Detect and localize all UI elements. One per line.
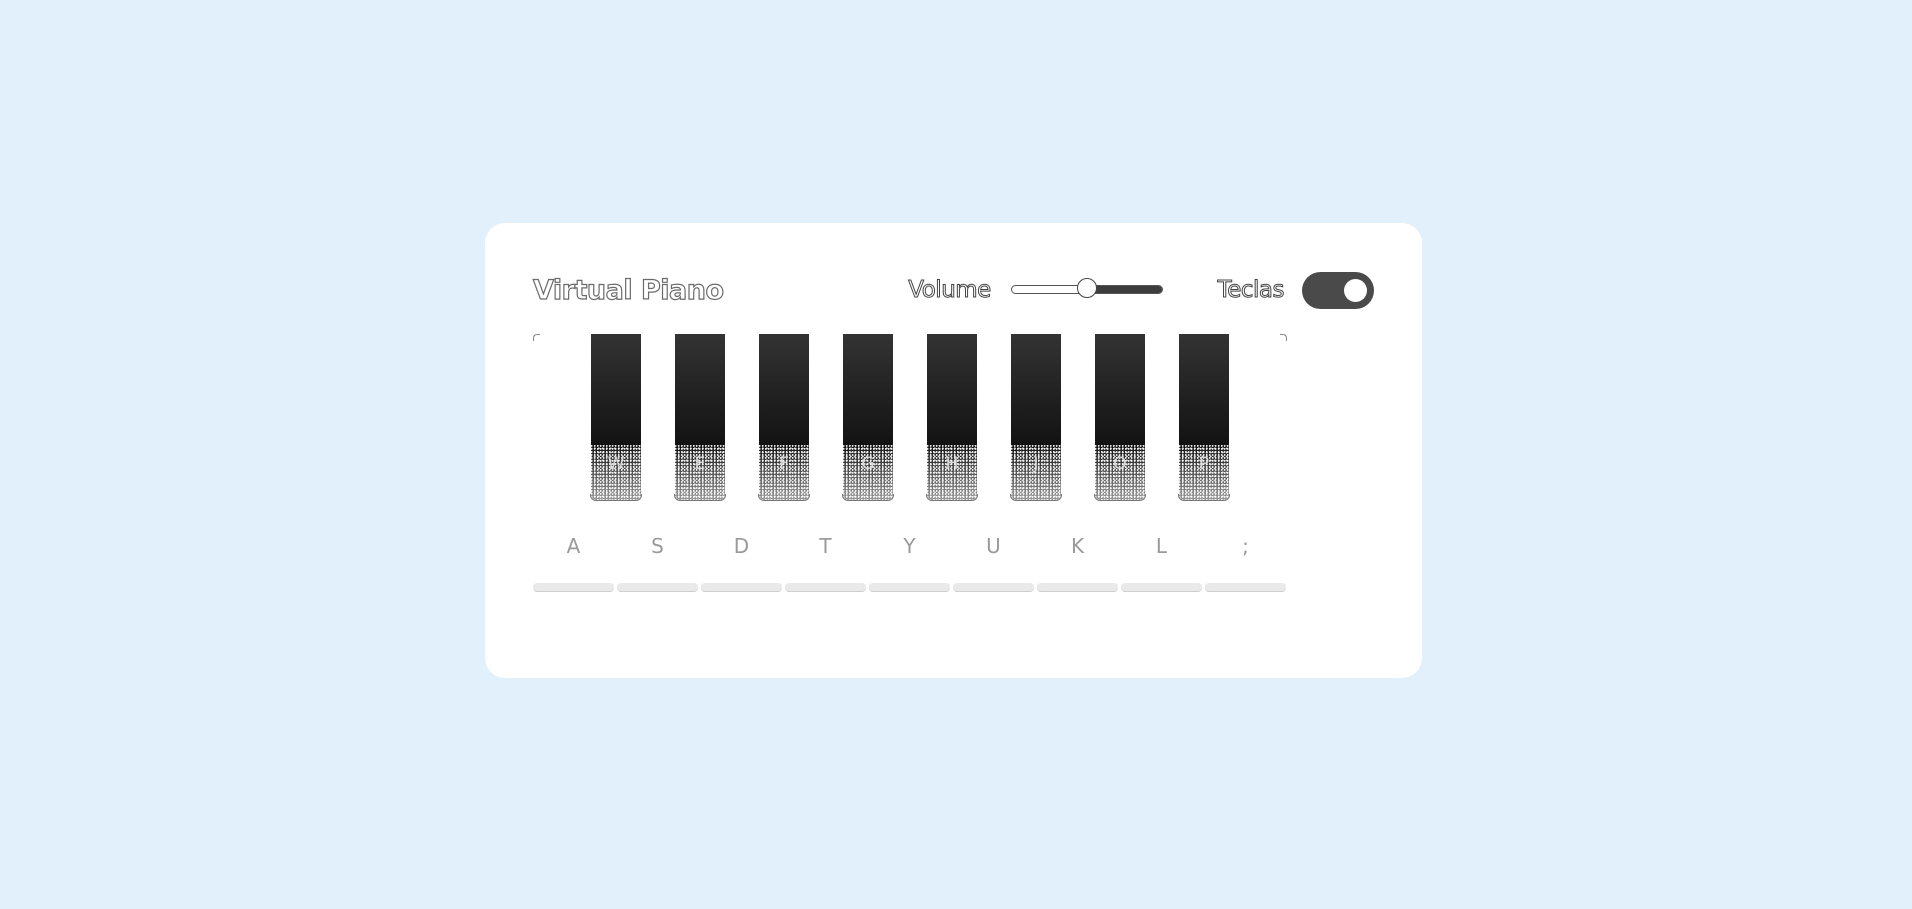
- black-key-edge: [926, 494, 978, 501]
- frame-corner: [1280, 334, 1287, 341]
- black-key[interactable]: J: [1010, 334, 1062, 501]
- volume-slider[interactable]: [1010, 268, 1163, 312]
- white-key[interactable]: K: [1037, 534, 1118, 592]
- black-key-edge: [758, 494, 810, 501]
- white-key-label: K: [1070, 534, 1085, 558]
- black-key-label: E: [694, 454, 706, 474]
- white-key-surface: [869, 583, 950, 592]
- white-key-label: Y: [903, 534, 916, 558]
- white-key[interactable]: Y: [869, 534, 950, 592]
- app-title: Virtual Piano: [532, 274, 724, 306]
- black-key-label: G: [861, 454, 875, 474]
- volume-slider-thumb[interactable]: [1076, 278, 1097, 298]
- white-key-label: L: [1155, 534, 1168, 558]
- white-key-label: S: [651, 534, 664, 558]
- white-key-label: T: [819, 534, 832, 558]
- piano-card: Virtual Piano Volume Teclas A S D T Y U K L; W E F…: [485, 223, 1422, 678]
- white-key-surface: [617, 583, 698, 592]
- black-key-edge: [1178, 494, 1230, 501]
- black-key-label: P: [1198, 454, 1210, 474]
- white-key-surface: [533, 583, 614, 592]
- white-key[interactable]: A: [533, 534, 614, 592]
- black-key[interactable]: H: [926, 334, 978, 501]
- piano-header: Virtual Piano Volume Teclas: [532, 268, 1374, 312]
- white-key-surface: [1205, 583, 1286, 592]
- white-key[interactable]: U: [953, 534, 1034, 592]
- black-key-edge: [1094, 494, 1146, 501]
- white-key[interactable]: L: [1121, 534, 1202, 592]
- white-key-surface: [1037, 583, 1118, 592]
- volume-slider-fill: [1086, 286, 1162, 293]
- white-key[interactable]: S: [617, 534, 698, 592]
- black-key-edge: [674, 494, 726, 501]
- black-key[interactable]: G: [842, 334, 894, 501]
- black-key-label: H: [945, 454, 959, 474]
- black-key-edge: [1010, 494, 1062, 501]
- keys-toggle-label: Teclas: [1217, 277, 1285, 304]
- black-key-label: J: [1033, 454, 1039, 474]
- white-key-surface: [953, 583, 1034, 592]
- white-key-label: D: [733, 534, 750, 558]
- black-key-edge: [842, 494, 894, 501]
- black-key-label: O: [1113, 454, 1127, 474]
- black-key[interactable]: E: [674, 334, 726, 501]
- black-key[interactable]: W: [590, 334, 642, 501]
- keyboard-frame: [533, 334, 1287, 534]
- black-key[interactable]: O: [1094, 334, 1146, 501]
- black-key-label: F: [779, 454, 789, 474]
- frame-corner: [533, 334, 540, 341]
- white-key-surface: [1121, 583, 1202, 592]
- black-key[interactable]: P: [1178, 334, 1230, 501]
- white-key-surface: [701, 583, 782, 592]
- black-key-edge: [590, 494, 642, 501]
- black-key-label: W: [607, 454, 625, 474]
- white-key-label: ;: [1242, 534, 1249, 558]
- white-key[interactable]: T: [785, 534, 866, 592]
- white-key-label: A: [566, 534, 581, 558]
- volume-control: Volume: [908, 268, 1163, 312]
- black-key[interactable]: F: [758, 334, 810, 501]
- white-key-label: U: [986, 534, 1001, 558]
- volume-label: Volume: [908, 277, 992, 304]
- white-key[interactable]: D: [701, 534, 782, 592]
- white-key[interactable]: ;: [1205, 534, 1286, 592]
- white-key-surface: [785, 583, 866, 592]
- keys-toggle-switch[interactable]: [1301, 271, 1374, 309]
- keys-toggle-control: Teclas: [1217, 271, 1374, 309]
- toggle-knob: [1343, 278, 1367, 302]
- piano-keyboard: A S D T Y U K L; W E F G H J O P: [533, 334, 1287, 614]
